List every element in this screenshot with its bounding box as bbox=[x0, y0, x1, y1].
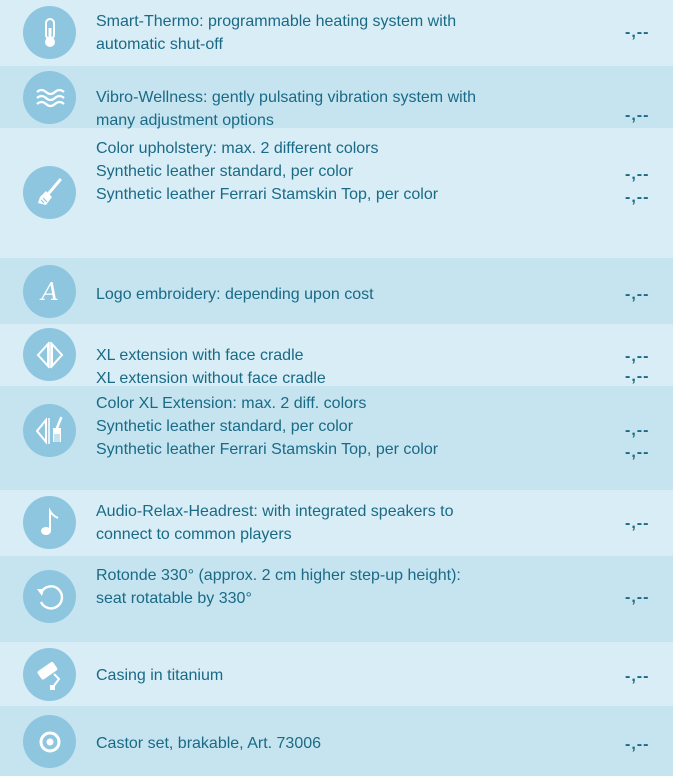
option-text-line: Color upholstery: max. 2 different color… bbox=[96, 140, 379, 157]
option-description: Logo embroidery: depending upon cost bbox=[96, 283, 374, 306]
option-text-line: Vibro-Wellness: gently pulsating vibrati… bbox=[96, 89, 477, 106]
option-row-xl-extension: XL extension with face cradle XL extensi… bbox=[0, 324, 673, 387]
option-text-line: XL extension with face cradle bbox=[96, 347, 304, 364]
option-price: -,-- bbox=[625, 24, 650, 41]
option-text-line: Synthetic leather standard, per color bbox=[96, 418, 354, 435]
option-description: Castor set, brakable, Art. 73006 bbox=[96, 732, 321, 755]
option-description: Audio-Relax-Headrest: with integrated sp… bbox=[96, 500, 454, 546]
paintbrush-icon bbox=[23, 166, 76, 219]
option-text-line: Color XL Extension: max. 2 diff. colors bbox=[96, 395, 367, 412]
option-text-line: automatic shut-off bbox=[96, 36, 223, 53]
option-description: Vibro-Wellness: gently pulsating vibrati… bbox=[96, 86, 476, 132]
option-price: -,-- bbox=[625, 515, 650, 532]
option-text-line: Synthetic leather Ferrari Stamskin Top, … bbox=[96, 441, 439, 458]
option-text-line: seat rotatable by 330° bbox=[96, 590, 252, 607]
option-price: -,-- bbox=[625, 107, 650, 124]
option-description: Color upholstery: max. 2 different color… bbox=[96, 137, 438, 206]
thermometer-icon bbox=[23, 6, 76, 59]
option-price: -,-- bbox=[625, 368, 650, 385]
option-price: -,-- bbox=[625, 668, 650, 685]
svg-text:A: A bbox=[39, 278, 58, 306]
extension-brush-icon bbox=[23, 404, 76, 457]
option-text-line: Synthetic leather Ferrari Stamskin Top, … bbox=[96, 186, 439, 203]
music-note-icon bbox=[23, 496, 76, 549]
option-row-logo-embroidery: A Logo embroidery: depending upon cost -… bbox=[0, 258, 673, 324]
option-row-smart-thermo: Smart-Thermo: programmable heating syste… bbox=[0, 0, 673, 66]
option-description: Rotonde 330° (approx. 2 cm higher step-u… bbox=[96, 564, 461, 610]
option-text-line: Smart-Thermo: programmable heating syste… bbox=[96, 13, 457, 30]
option-row-audio-relax-headrest: Audio-Relax-Headrest: with integrated sp… bbox=[0, 490, 673, 556]
option-row-castor-set: Castor set, brakable, Art. 73006 -,-- bbox=[0, 706, 673, 776]
rotate-icon bbox=[23, 570, 76, 623]
waves-icon bbox=[23, 71, 76, 124]
option-description: Casing in titanium bbox=[96, 664, 223, 687]
option-description: Smart-Thermo: programmable heating syste… bbox=[96, 10, 456, 56]
extension-arrows-icon bbox=[23, 328, 76, 381]
option-row-color-upholstery: Color upholstery: max. 2 different color… bbox=[0, 128, 673, 258]
option-price: -,-- bbox=[625, 589, 650, 606]
option-text-line: connect to common players bbox=[96, 526, 292, 543]
castor-wheel-icon bbox=[23, 715, 76, 768]
option-row-casing-titanium: Casing in titanium -,-- bbox=[0, 642, 673, 706]
option-price: -,-- bbox=[625, 736, 650, 753]
options-price-list: Smart-Thermo: programmable heating syste… bbox=[0, 0, 673, 776]
option-row-vibro-wellness: Vibro-Wellness: gently pulsating vibrati… bbox=[0, 66, 673, 129]
option-price: -,-- bbox=[625, 422, 650, 439]
script-a-logo-icon: A bbox=[23, 265, 76, 318]
option-price: -,-- bbox=[625, 189, 650, 206]
option-text-line: Synthetic leather standard, per color bbox=[96, 163, 354, 180]
option-price: -,-- bbox=[625, 286, 650, 303]
paint-roller-icon bbox=[23, 648, 76, 701]
option-row-rotonde: Rotonde 330° (approx. 2 cm higher step-u… bbox=[0, 556, 673, 642]
option-text-line: Audio-Relax-Headrest: with integrated sp… bbox=[96, 503, 454, 520]
option-description: XL extension with face cradle XL extensi… bbox=[96, 344, 326, 390]
option-row-color-xl-extension: Color XL Extension: max. 2 diff. colors … bbox=[0, 386, 673, 490]
option-price: -,-- bbox=[625, 166, 650, 183]
option-text-line: Rotonde 330° (approx. 2 cm higher step-u… bbox=[96, 567, 461, 584]
option-text-line: Castor set, brakable, Art. 73006 bbox=[96, 735, 322, 752]
option-text-line: Casing in titanium bbox=[96, 667, 224, 684]
option-text-line: Logo embroidery: depending upon cost bbox=[96, 286, 374, 303]
option-description: Color XL Extension: max. 2 diff. colors … bbox=[96, 392, 438, 461]
option-price: -,-- bbox=[625, 444, 650, 461]
